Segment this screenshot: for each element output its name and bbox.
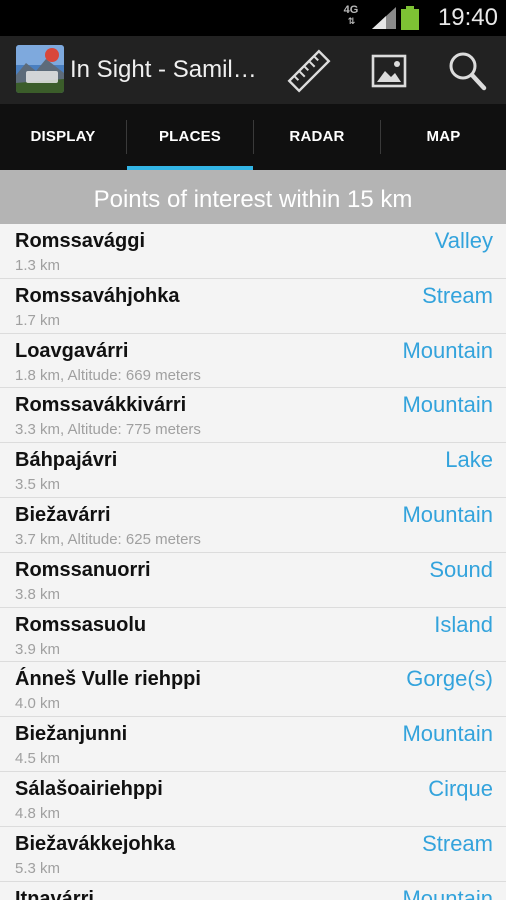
data-arrows-icon: ⇅: [347, 16, 356, 26]
status-clock: 19:40: [437, 4, 498, 31]
place-name: Ánneš Vulle riehppi: [15, 668, 201, 691]
place-type: Lake: [445, 447, 493, 473]
list-item[interactable]: Báhpajávri 3.5 km Lake: [0, 443, 506, 498]
list-item[interactable]: Itnavárri Mountain: [0, 881, 506, 900]
place-detail: 4.8 km: [15, 804, 61, 822]
image-button[interactable]: [364, 46, 414, 96]
place-name: Romssasuolu: [15, 613, 147, 636]
place-type: Mountain: [402, 885, 493, 900]
list-item[interactable]: Romssavággi 1.3 km Valley: [0, 224, 506, 279]
ruler-icon: [287, 49, 331, 93]
place-detail: 3.3 km, Altitude: 775 meters: [15, 421, 201, 439]
place-name: Biežanjunni: [15, 723, 128, 746]
list-item[interactable]: Loavgavárri 1.8 km, Altitude: 669 meters…: [0, 333, 506, 389]
app-icon[interactable]: [16, 45, 64, 93]
place-type: Cirque: [428, 775, 493, 801]
place-name: Báhpajávri: [15, 449, 118, 472]
status-bar: 4G ⇅ 19:40: [0, 0, 506, 36]
section-header: Points of interest within 15 km: [0, 170, 506, 224]
list-item[interactable]: Romssaváhjohka 1.7 km Stream: [0, 278, 506, 334]
app-title: In Sight - Samil…: [70, 56, 257, 83]
place-type: Mountain: [402, 392, 493, 418]
place-detail: 1.8 km, Altitude: 669 meters: [15, 366, 201, 384]
network-type-label: 4G: [343, 4, 359, 16]
place-detail: 5.3 km: [15, 859, 61, 877]
search-icon: [449, 52, 487, 91]
search-button[interactable]: [442, 46, 492, 96]
place-type: Valley: [434, 228, 493, 253]
network-indicator: 4G ⇅: [340, 5, 362, 27]
place-name: Romssaváhjohka: [15, 284, 180, 307]
list-item[interactable]: Romssanuorri 3.8 km Sound: [0, 552, 506, 608]
tab-radar[interactable]: RADAR: [254, 104, 380, 170]
list-item[interactable]: Biežavákkejohka 5.3 km Stream: [0, 826, 506, 882]
place-detail: 1.3 km: [15, 257, 61, 274]
place-type: Stream: [422, 282, 493, 308]
image-icon: [371, 54, 407, 88]
place-detail: 4.0 km: [15, 695, 61, 713]
list-item[interactable]: Biežanjunni 4.5 km Mountain: [0, 717, 506, 772]
place-name: Romssavággi: [15, 230, 146, 252]
tab-bar: DISPLAY PLACES RADAR MAP: [0, 104, 506, 171]
place-name: Loavgavárri: [15, 339, 129, 362]
place-type: Island: [434, 611, 493, 637]
tab-map[interactable]: MAP: [381, 104, 506, 170]
list-item[interactable]: Romssasuolu 3.9 km Island: [0, 607, 506, 663]
place-type: Gorge(s): [406, 666, 493, 692]
signal-icon: [372, 7, 396, 29]
place-name: Biežavákkejohka: [15, 832, 176, 855]
place-name: Romssanuorri: [15, 558, 151, 581]
ruler-button[interactable]: [284, 46, 334, 96]
list-item[interactable]: Romssavákkivárri 3.3 km, Altitude: 775 m…: [0, 388, 506, 444]
list-item[interactable]: Sálašoairiehppi 4.8 km Cirque: [0, 771, 506, 827]
place-detail: 1.7 km: [15, 311, 61, 329]
place-detail: 4.5 km: [15, 750, 61, 768]
place-type: Sound: [429, 556, 493, 582]
action-bar: In Sight - Samil…: [0, 36, 506, 104]
tab-places[interactable]: PLACES: [127, 104, 253, 170]
places-list[interactable]: Romssavággi 1.3 km Valley Romssaváhjohka…: [0, 224, 506, 900]
place-type: Stream: [422, 830, 493, 856]
place-detail: 3.8 km: [15, 585, 61, 603]
place-type: Mountain: [402, 337, 493, 363]
place-name: Biežavárri: [15, 503, 111, 526]
place-type: Mountain: [402, 721, 493, 747]
battery-icon: [401, 6, 419, 30]
list-item[interactable]: Biežavárri 3.7 km, Altitude: 625 meters …: [0, 497, 506, 553]
place-detail: 3.7 km, Altitude: 625 meters: [15, 530, 201, 548]
place-type: Mountain: [402, 501, 493, 527]
place-name: Itnavárri: [15, 887, 94, 900]
list-item[interactable]: Ánneš Vulle riehppi 4.0 km Gorge(s): [0, 662, 506, 718]
place-detail: 3.9 km: [15, 640, 61, 658]
place-name: Sálašoairiehppi: [15, 777, 163, 800]
place-detail: 3.5 km: [15, 476, 61, 494]
place-name: Romssavákkivárri: [15, 394, 187, 417]
tab-display[interactable]: DISPLAY: [0, 104, 126, 170]
